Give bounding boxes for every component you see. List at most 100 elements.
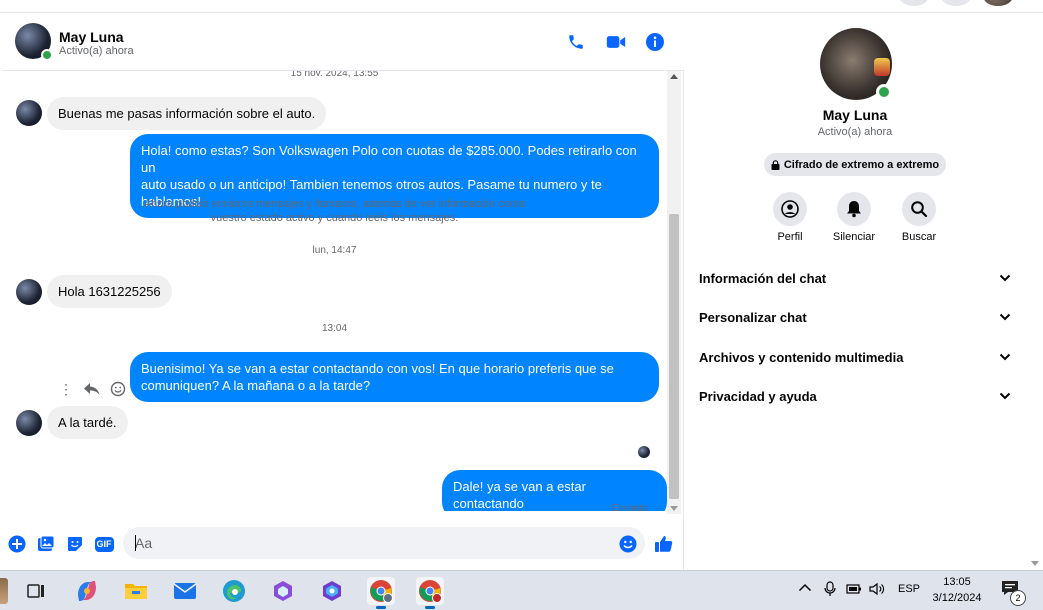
message-input-box[interactable] bbox=[123, 527, 645, 559]
teams-icon[interactable] bbox=[318, 577, 346, 605]
section-media-files[interactable]: Archivos y contenido multimedia bbox=[699, 346, 1011, 368]
phone-icon[interactable] bbox=[565, 31, 587, 53]
chat-pane: May Luna Activo(a) ahora 15 nov. 2024, 1… bbox=[2, 14, 684, 570]
notification-count-badge: 2 bbox=[1010, 590, 1026, 606]
sender-avatar[interactable] bbox=[16, 279, 42, 305]
outgoing-message[interactable]: Buenisimo! Ya se van a estar contactando… bbox=[130, 352, 659, 402]
seen-avatar bbox=[638, 446, 650, 458]
message-line: comuniquen? A la mañana o a la tarde? bbox=[141, 378, 371, 393]
timestamp: 13:04 bbox=[321, 323, 348, 334]
messenger-app: May Luna Activo(a) ahora 15 nov. 2024, 1… bbox=[0, 0, 1043, 570]
search-button[interactable]: Buscar bbox=[884, 192, 954, 243]
thumbs-up-icon[interactable] bbox=[654, 534, 674, 554]
text-caret bbox=[135, 535, 136, 551]
more-options-icon[interactable]: ⋮ bbox=[56, 379, 76, 399]
task-view-icon[interactable] bbox=[22, 577, 50, 605]
section-chat-info[interactable]: Información del chat bbox=[699, 267, 1011, 289]
sticker-icon[interactable] bbox=[65, 534, 85, 554]
windows-taskbar: ESP 13:05 3/12/2024 2 bbox=[0, 570, 1043, 610]
info-icon[interactable] bbox=[644, 31, 666, 53]
office-icon[interactable] bbox=[269, 577, 297, 605]
volume-icon[interactable] bbox=[869, 582, 885, 599]
mail-icon[interactable] bbox=[171, 577, 199, 605]
notice-line: Ahora podéis enviaros mensajes y llamaro… bbox=[143, 198, 526, 210]
tray-chevron-up-icon[interactable] bbox=[798, 582, 812, 595]
incoming-message[interactable]: Buenas me pasas información sobre el aut… bbox=[47, 97, 327, 130]
active-app-indicator bbox=[376, 606, 386, 609]
message-actions: ⋮ bbox=[56, 379, 128, 399]
clock-date: 3/12/2024 bbox=[932, 592, 982, 604]
emoji-icon[interactable] bbox=[618, 534, 638, 554]
profile-button[interactable]: Perfil bbox=[755, 192, 825, 243]
message-scrollbar[interactable] bbox=[667, 71, 681, 514]
notice-line: vuestro estado activo y cuándo leéis los… bbox=[210, 212, 459, 224]
battery-icon[interactable] bbox=[846, 583, 862, 598]
section-label: Privacidad y ayuda bbox=[699, 388, 817, 404]
panel-contact-avatar[interactable] bbox=[820, 28, 892, 100]
language-indicator[interactable]: ESP bbox=[898, 583, 920, 595]
chevron-down-icon bbox=[999, 274, 1011, 282]
chat-notice: Ahora podéis enviaros mensajes y llamaro… bbox=[122, 197, 547, 225]
file-explorer-icon[interactable] bbox=[122, 577, 150, 605]
mute-label: Silenciar bbox=[832, 231, 876, 243]
plus-icon[interactable] bbox=[7, 534, 27, 554]
top-menu-button[interactable] bbox=[899, 0, 929, 6]
chrome-profile-icon[interactable] bbox=[367, 577, 395, 609]
contact-avatar[interactable] bbox=[15, 23, 53, 61]
panel-contact-name: May Luna bbox=[822, 107, 888, 123]
delivery-status: Enviado bbox=[612, 503, 649, 511]
search-icon bbox=[902, 192, 936, 226]
clock-time: 13:05 bbox=[943, 576, 971, 588]
chevron-down-icon bbox=[999, 313, 1011, 321]
chrome-icon[interactable] bbox=[416, 577, 444, 609]
chat-details-panel: May Luna Activo(a) ahora Cifrado de extr… bbox=[685, 14, 1025, 570]
widgets-icon[interactable] bbox=[0, 577, 10, 605]
panel-contact-status: Activo(a) ahora bbox=[817, 126, 893, 138]
scroll-down-arrow-icon[interactable] bbox=[670, 506, 678, 511]
sender-avatar[interactable] bbox=[16, 100, 42, 126]
encryption-badge[interactable]: Cifrado de extremo a extremo bbox=[764, 153, 946, 176]
bell-icon bbox=[837, 192, 871, 226]
system-clock[interactable]: 13:05 3/12/2024 bbox=[922, 574, 992, 606]
edge-icon[interactable] bbox=[220, 577, 248, 605]
mute-button[interactable]: Silenciar bbox=[819, 192, 889, 243]
composer: GIF bbox=[2, 520, 684, 566]
scroll-thumb[interactable] bbox=[669, 214, 679, 499]
contact-status: Activo(a) ahora bbox=[59, 45, 134, 57]
copilot-icon[interactable] bbox=[73, 577, 101, 605]
online-indicator bbox=[876, 84, 892, 100]
microphone-icon[interactable] bbox=[823, 581, 837, 600]
react-emoji-icon[interactable] bbox=[108, 379, 128, 399]
profile-icon bbox=[773, 192, 807, 226]
chat-header: May Luna Activo(a) ahora bbox=[2, 14, 684, 71]
scroll-down-arrow-icon[interactable] bbox=[1031, 561, 1039, 566]
reply-icon[interactable] bbox=[82, 379, 102, 399]
section-privacy-support[interactable]: Privacidad y ayuda bbox=[699, 385, 1011, 407]
lock-icon bbox=[771, 159, 780, 170]
profile-label: Perfil bbox=[777, 231, 803, 243]
timestamp: lun, 14:47 bbox=[312, 245, 357, 256]
image-icon[interactable] bbox=[36, 534, 56, 554]
panel-scrollbar[interactable] bbox=[1026, 14, 1043, 570]
chevron-down-icon bbox=[999, 353, 1011, 361]
incoming-message[interactable]: A la tardé. bbox=[47, 406, 128, 439]
active-app-indicator bbox=[425, 606, 435, 609]
encryption-label: Cifrado de extremo a extremo bbox=[783, 158, 940, 171]
contact-name[interactable]: May Luna bbox=[59, 29, 124, 45]
gif-icon[interactable]: GIF bbox=[93, 534, 115, 554]
timestamp: 15 nov. 2024, 13:55 bbox=[290, 71, 379, 79]
scroll-up-arrow-icon[interactable] bbox=[670, 74, 678, 79]
top-avatars bbox=[899, 0, 1013, 6]
message-list[interactable]: 15 nov. 2024, 13:55 Buenas me pasas info… bbox=[2, 71, 667, 511]
message-line: Hola! como estas? Son Volkswagen Polo co… bbox=[141, 143, 637, 175]
top-notifications-button[interactable] bbox=[941, 0, 971, 6]
sender-avatar[interactable] bbox=[16, 410, 42, 436]
section-label: Personalizar chat bbox=[699, 309, 807, 325]
section-customize-chat[interactable]: Personalizar chat bbox=[699, 306, 1011, 328]
account-avatar[interactable] bbox=[983, 0, 1013, 6]
video-camera-icon[interactable] bbox=[605, 31, 627, 53]
top-strip bbox=[0, 0, 1043, 13]
incoming-message[interactable]: Hola 1631225256 bbox=[47, 275, 172, 308]
section-label: Archivos y contenido multimedia bbox=[699, 349, 904, 365]
message-input[interactable] bbox=[135, 534, 605, 552]
